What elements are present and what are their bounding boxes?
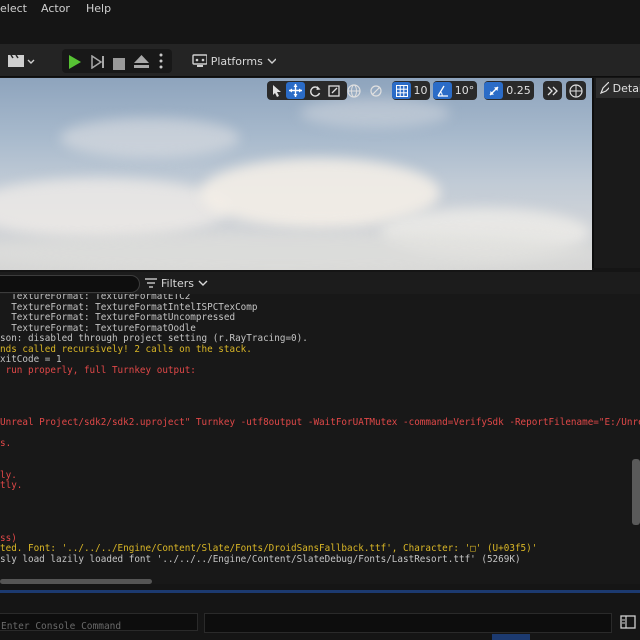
rotation-snap-group: 10° (433, 81, 477, 100)
chevron-down-icon (198, 280, 208, 286)
horizontal-scrollbar[interactable] (0, 579, 152, 584)
scale-icon (327, 84, 340, 97)
more-viewport-options[interactable] (543, 81, 562, 100)
grid-icon (395, 84, 408, 97)
select-mode-button[interactable] (267, 82, 286, 99)
log-line: run properly, full Turnkey output: (0, 364, 196, 376)
main-toolbar: Platforms (0, 44, 640, 77)
menu-actor[interactable]: Actor (41, 2, 70, 15)
log-line: ss) (0, 532, 17, 544)
world-local-toggle[interactable] (347, 81, 365, 100)
scale-snap-group: 0.25 (484, 81, 534, 100)
console-command-field[interactable] (0, 613, 198, 635)
cloud (0, 178, 230, 238)
cursor-icon (272, 84, 281, 97)
console-input-extension (204, 613, 612, 633)
log-line: ly. (0, 469, 17, 481)
transform-tools (267, 81, 347, 100)
log-line: TextureFormat: TextureFormatUncompressed (0, 312, 236, 323)
platforms-icon (192, 54, 207, 67)
log-search-input[interactable] (0, 275, 140, 293)
status-indicator (492, 634, 530, 640)
output-log-toolbar: Filters (0, 272, 640, 295)
log-line: TextureFormat: TextureFormatIntelISPCTex… (0, 301, 258, 313)
chevron-down-icon (267, 58, 276, 64)
grid-snap-toggle[interactable] (392, 82, 411, 99)
log-line: Unreal Project/sdk2/sdk2.uproject" Turnk… (0, 417, 640, 428)
tab-details-label: Detai (612, 81, 640, 95)
panel-toggle-icon[interactable] (620, 614, 636, 633)
play-controls (62, 49, 172, 73)
console-bar (0, 604, 640, 640)
angle-icon (436, 85, 448, 97)
translate-mode-button[interactable] (286, 82, 305, 99)
platforms-button[interactable]: Platforms (192, 50, 276, 72)
output-log[interactable]: TextureFormat: TextureFormatETC2 Texture… (0, 294, 640, 584)
log-line: nds called recursively! 2 calls on the s… (0, 343, 252, 355)
cinematics-button[interactable] (6, 50, 36, 72)
grid-snap-group: 10 (392, 81, 430, 100)
cloud (0, 233, 592, 270)
filters-label: Filters (161, 276, 194, 290)
scale-arrow-icon (489, 86, 498, 95)
layout-icon (569, 83, 583, 98)
grid-size-value[interactable]: 10 (411, 82, 430, 99)
vertical-scrollbar[interactable] (632, 459, 640, 525)
log-divider (0, 590, 640, 593)
filters-button[interactable]: Filters (145, 275, 208, 291)
menu-bar: elect Actor Help (0, 0, 640, 45)
scale-snap-toggle[interactable] (484, 82, 503, 99)
log-line: tly. (0, 480, 23, 491)
surface-snap-icon (370, 84, 382, 97)
level-viewport[interactable]: 10 10° 0.25 (0, 78, 592, 270)
log-line: sly load lazily loaded font '../../../En… (0, 553, 521, 565)
double-chevron-right-icon (547, 86, 558, 95)
log-line: xitCode = 1 (0, 354, 62, 365)
rotate-icon (309, 85, 320, 97)
scale-snap-value[interactable]: 0.25 (503, 82, 534, 99)
rotation-snap-value[interactable]: 10° (452, 82, 477, 99)
move-icon (289, 84, 302, 97)
log-line: s. (0, 438, 12, 449)
tab-details[interactable]: Detai (596, 78, 640, 98)
rotation-snap-toggle[interactable] (433, 82, 452, 99)
play-icon[interactable] (68, 54, 82, 73)
step-forward-icon[interactable] (91, 54, 105, 73)
stop-icon[interactable] (113, 55, 125, 74)
log-line: son: disabled through project setting (r… (0, 333, 308, 344)
pencil-icon (600, 82, 609, 94)
cloud (300, 98, 450, 128)
details-panel: Detai (592, 78, 640, 268)
viewport-layout-button[interactable] (566, 81, 586, 100)
globe-icon (347, 83, 361, 98)
menu-select[interactable]: elect (0, 2, 27, 15)
log-line: ted. Font: '../../../Engine/Content/Slat… (0, 543, 538, 554)
menu-help[interactable]: Help (86, 2, 111, 15)
clapperboard-icon (8, 54, 35, 67)
rotate-mode-button[interactable] (305, 82, 324, 99)
eject-icon[interactable] (134, 54, 149, 73)
scale-mode-button[interactable] (324, 82, 343, 99)
cloud (60, 118, 240, 158)
filter-list-icon (145, 278, 157, 288)
more-options-icon[interactable] (158, 53, 164, 73)
console-command-input[interactable] (0, 618, 197, 635)
surface-snapping-button[interactable] (369, 81, 387, 100)
platforms-label: Platforms (210, 54, 263, 68)
log-line: TextureFormat: TextureFormatOodle (0, 322, 196, 334)
